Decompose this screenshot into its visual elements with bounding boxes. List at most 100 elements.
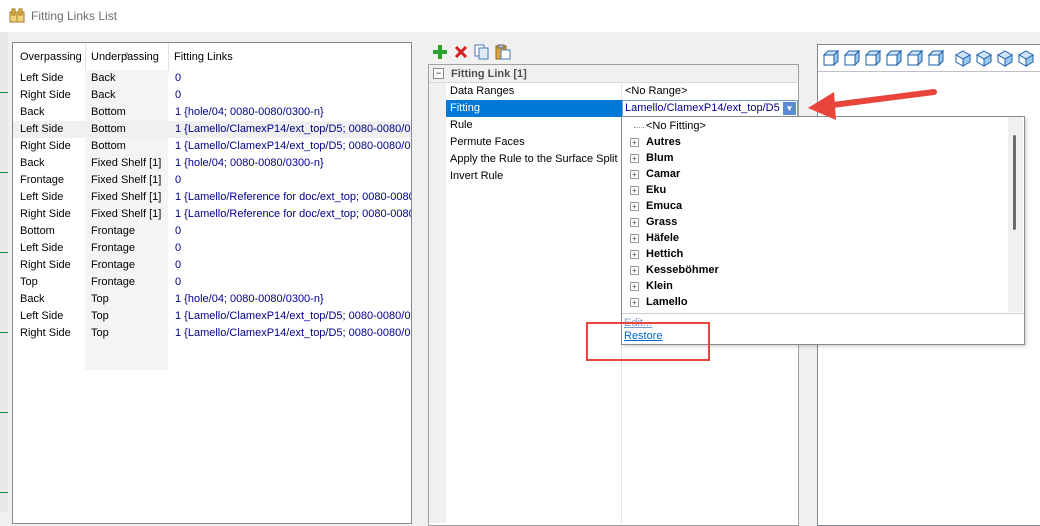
view-iso4-icon[interactable] bbox=[1017, 49, 1035, 67]
collapse-icon[interactable]: − bbox=[433, 68, 444, 79]
underpassing-cell: Fixed Shelf [1] bbox=[91, 208, 162, 220]
fitting-links-cell: 1 {Lamello/ClamexP14/ext_top/D5; 0080-00… bbox=[175, 327, 412, 339]
view-top-icon[interactable] bbox=[906, 49, 924, 67]
tree-item[interactable]: + Kesseböhmer bbox=[622, 263, 1006, 279]
add-icon[interactable] bbox=[432, 44, 448, 60]
tree-item-label: Eku bbox=[646, 184, 667, 196]
column-header-overpassing[interactable]: Overpassing bbox=[20, 51, 82, 63]
overpassing-cell: Back bbox=[20, 293, 45, 305]
underpassing-cell: Top bbox=[91, 327, 109, 339]
table-row[interactable]: Left Side Fixed Shelf [1] 1 {Lamello/Refer… bbox=[13, 189, 411, 206]
fitting-links-table[interactable]: Overpassing ^ Underpassing Fitting Links… bbox=[12, 42, 412, 524]
fitting-links-cell: 1 {Lamello/ClamexP14/ext_top/D5; 0080-00… bbox=[175, 310, 412, 322]
fitting-links-cell: 0 bbox=[175, 276, 182, 288]
tree-item[interactable]: + Hettich bbox=[622, 247, 1006, 263]
fitting-links-cell: 1 {Lamello/ClamexP14/ext_top/D5; 0080-00… bbox=[175, 123, 412, 135]
fitting-links-cell: 1 {Lamello/Reference for doc/ext_top; 00… bbox=[175, 191, 412, 203]
overpassing-cell: Left Side bbox=[20, 72, 64, 84]
view-right-icon[interactable] bbox=[885, 49, 903, 67]
expand-icon[interactable]: + bbox=[630, 282, 639, 291]
copy-icon[interactable] bbox=[474, 44, 490, 60]
table-row[interactable]: Right Side Top 1 {Lamello/ClamexP14/ext_to… bbox=[13, 325, 411, 342]
fitting-links-cell: 0 bbox=[175, 89, 182, 101]
delete-icon[interactable] bbox=[453, 44, 469, 60]
expand-icon[interactable]: + bbox=[630, 234, 639, 243]
expand-icon[interactable]: + bbox=[630, 250, 639, 259]
table-row[interactable]: Back Top 1 {hole/04; 0080-0080/0300-n} bbox=[13, 291, 411, 308]
view-iso1-icon[interactable] bbox=[954, 49, 972, 67]
fitting-links-cell: 0 bbox=[175, 174, 182, 186]
tree-item[interactable]: + Grass bbox=[622, 215, 1006, 231]
overpassing-cell: Bottom bbox=[20, 225, 55, 237]
table-row[interactable]: Right Side Back 0 bbox=[13, 87, 411, 104]
expand-icon[interactable]: + bbox=[630, 298, 639, 307]
paste-icon[interactable] bbox=[495, 44, 511, 60]
expand-icon[interactable]: + bbox=[630, 138, 639, 147]
overpassing-cell: Right Side bbox=[20, 89, 71, 101]
overpassing-cell: Left Side bbox=[20, 191, 64, 203]
table-row[interactable]: Right Side Fixed Shelf [1] 1 {Lamello/Refe… bbox=[13, 206, 411, 223]
underpassing-cell: Top bbox=[91, 293, 109, 305]
expand-icon[interactable]: + bbox=[630, 186, 639, 195]
view-front-icon[interactable] bbox=[822, 49, 840, 67]
property-value[interactable]: <No Range> bbox=[625, 85, 687, 97]
property-fitting[interactable]: Fitting ▼ Lamello/ClamexP14/ext_top/D5 bbox=[446, 100, 798, 117]
table-row[interactable]: Back Bottom 1 {hole/04; 0080-0080/0300-n} bbox=[13, 104, 411, 121]
fitting-dropdown[interactable]: <No Fitting> + Autres + Blum + Camar + Eku + Emuca… bbox=[621, 116, 1025, 345]
property-group[interactable]: − Fitting Link [1] bbox=[429, 65, 798, 83]
table-row[interactable]: Left Side Back 0 bbox=[13, 70, 411, 87]
fitting-tree: <No Fitting> + Autres + Blum + Camar + Eku + Emuca… bbox=[622, 117, 1008, 312]
tree-item[interactable]: + Autres bbox=[622, 135, 1006, 151]
view-iso2-icon[interactable] bbox=[975, 49, 993, 67]
expand-icon[interactable]: + bbox=[630, 154, 639, 163]
column-header-underpassing[interactable]: Underpassing bbox=[91, 51, 159, 63]
tree-item[interactable]: + Camar bbox=[622, 167, 1006, 183]
table-row[interactable]: Frontage Fixed Shelf [1] 0 bbox=[13, 172, 411, 189]
tree-item-label: Klein bbox=[646, 280, 673, 292]
table-row[interactable]: Bottom Frontage 0 bbox=[13, 223, 411, 240]
fitting-links-cell: 1 {Lamello/Reference for doc/ext_top; 00… bbox=[175, 208, 412, 220]
tree-item[interactable]: + Blum bbox=[622, 151, 1006, 167]
table-row[interactable]: Left Side Top 1 {Lamello/ClamexP14/ext_top… bbox=[13, 308, 411, 325]
tree-item[interactable]: + Klein bbox=[622, 279, 1006, 295]
table-row[interactable]: Back Fixed Shelf [1] 1 {hole/04; 0080-0080… bbox=[13, 155, 411, 172]
fitting-links-cell: 1 {hole/04; 0080-0080/0300-n} bbox=[175, 106, 324, 118]
underpassing-cell: Fixed Shelf [1] bbox=[91, 174, 162, 186]
view-iso3-icon[interactable] bbox=[996, 49, 1014, 67]
tree-item-label: Grass bbox=[646, 216, 678, 228]
view-left-icon[interactable] bbox=[864, 49, 882, 67]
property-name: Fitting bbox=[446, 100, 622, 117]
table-row[interactable]: Left Side Frontage 0 bbox=[13, 240, 411, 257]
fitting-links-cell: 1 {Lamello/ClamexP14/ext_top/D5; 0080-00… bbox=[175, 140, 412, 152]
property-data-ranges[interactable]: Data Ranges <No Range> bbox=[446, 83, 798, 100]
overpassing-cell: Right Side bbox=[20, 327, 71, 339]
column-header-fitting-links[interactable]: Fitting Links bbox=[174, 51, 233, 63]
tree-item[interactable]: + Emuca bbox=[622, 199, 1006, 215]
left-edge bbox=[0, 32, 8, 512]
group-title: Fitting Link [1] bbox=[451, 68, 527, 80]
view-back-icon[interactable] bbox=[843, 49, 861, 67]
tree-item[interactable]: + Häfele bbox=[622, 231, 1006, 247]
property-value[interactable]: Lamello/ClamexP14/ext_top/D5 bbox=[625, 102, 780, 114]
table-row[interactable]: Right Side Frontage 0 bbox=[13, 257, 411, 274]
vertical-scrollbar[interactable] bbox=[1008, 117, 1023, 312]
tree-item[interactable]: + Lamello bbox=[622, 295, 1006, 311]
expand-icon[interactable]: + bbox=[630, 266, 639, 275]
expand-icon[interactable]: + bbox=[630, 170, 639, 179]
overpassing-cell: Frontage bbox=[20, 174, 65, 186]
underpassing-cell: Fixed Shelf [1] bbox=[91, 157, 162, 169]
expand-icon[interactable]: + bbox=[630, 218, 639, 227]
table-row[interactable]: Right Side Bottom 1 {Lamello/ClamexP14/ext… bbox=[13, 138, 411, 155]
table-row[interactable]: Top Frontage 0 bbox=[13, 274, 411, 291]
expand-icon[interactable]: + bbox=[630, 202, 639, 211]
table-row[interactable]: Left Side Bottom 1 {Lamello/ClamexP14/ext_… bbox=[13, 121, 411, 138]
property-name: Apply the Rule to the Surface Split bbox=[450, 153, 618, 165]
scrollbar-thumb[interactable] bbox=[1013, 135, 1016, 230]
view-bottom-icon[interactable] bbox=[927, 49, 945, 67]
property-name: Rule bbox=[450, 119, 473, 131]
tree-item[interactable]: + Eku bbox=[622, 183, 1006, 199]
chevron-down-icon[interactable]: ▼ bbox=[783, 102, 796, 115]
fitting-links-cell: 0 bbox=[175, 259, 182, 271]
overpassing-cell: Right Side bbox=[20, 259, 71, 271]
tree-item-label: Autres bbox=[646, 136, 681, 148]
